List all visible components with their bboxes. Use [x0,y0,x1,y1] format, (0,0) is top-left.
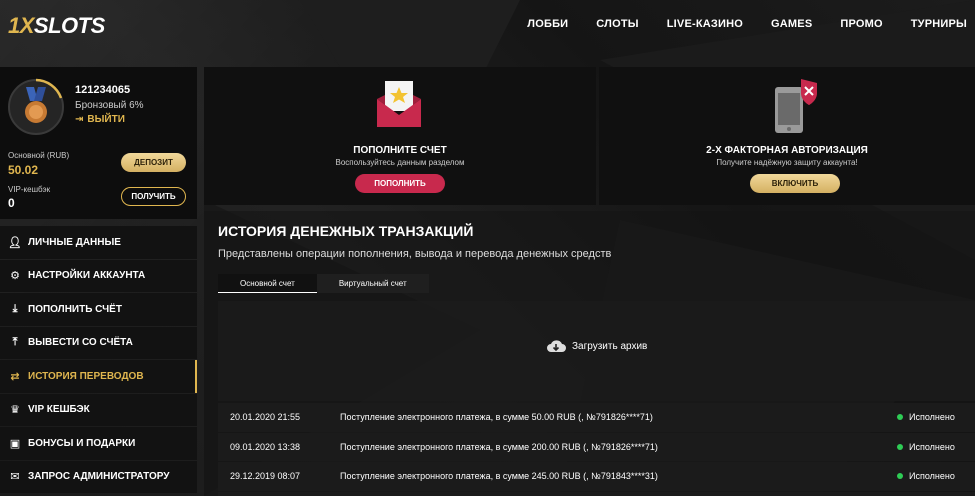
transaction-history-section: ИСТОРИЯ ДЕНЕЖНЫХ ТРАНЗАКЦИЙ Представлены… [204,211,975,496]
deposit-card-subtitle: Воспользуйтесь данным разделом [335,158,465,167]
sidebar-item-account-settings[interactable]: ⚙ НАСТРОЙКИ АККАУНТА [0,259,197,292]
status-dot-icon [897,473,903,480]
sidebar-item-vip-cashback[interactable]: ♛ VIP КЕШБЭК [0,393,197,426]
site-logo[interactable]: 1XSLOTS [8,13,105,39]
sidebar-item-label: ИСТОРИЯ ПЕРЕВОДОВ [28,370,144,382]
row-description: Поступление электронного платежа, в сумм… [340,471,658,482]
user-icon: 👤︎ [8,236,22,249]
phone-shield-icon [775,79,817,133]
nav-slots[interactable]: СЛОТЫ [596,18,638,30]
row-date: 09.01.2020 13:38 [230,441,301,452]
transactions-list: 20.01.2020 21:55 Поступление электронног… [218,402,975,496]
status-dot-icon [897,414,903,421]
status-label: Исполнено [909,471,955,482]
sidebar-item-transfer-history[interactable]: ⇄ ИСТОРИЯ ПЕРЕВОДОВ [0,360,197,393]
receive-button[interactable]: ПОЛУЧИТЬ [121,187,186,206]
row-status: Исполнено [897,442,955,452]
tab-virtual-account[interactable]: Виртуальный счет [316,274,429,293]
status-dot-icon [897,443,903,450]
cloud-download-icon [547,340,566,352]
user-id: 121234065 [75,84,131,96]
top-header: 1XSLOTS ЛОББИ СЛОТЫ LIVE-КАЗИНО GAMES ПР… [0,0,975,52]
nav-live-casino[interactable]: LIVE-КАЗИНО [667,18,743,30]
nav-games[interactable]: GAMES [771,18,812,30]
sidebar-item-personal-data[interactable]: 👤︎ ЛИЧНЫЕ ДАННЫЕ [0,226,197,259]
sidebar-item-withdraw[interactable]: ⤒ ВЫВЕСТИ СО СЧЁТА [0,326,197,359]
two-factor-subtitle: Получите надёжную защиту аккаунта! [716,158,858,167]
envelope-star-icon [377,81,421,127]
nav-tournaments[interactable]: ТУРНИРЫ [911,18,967,30]
user-level: Бронзовый 6% [75,100,144,111]
table-row[interactable]: 29.12.2019 08:07 Поступление электронног… [218,462,975,491]
gears-icon: ⚙ [10,270,20,283]
row-description: Поступление электронного платежа, в сумм… [340,441,658,452]
logout-icon: ⇥ [75,114,84,125]
sidebar-item-label: БОНУСЫ И ПОДАРКИ [28,437,136,449]
balance-value: 50.02 [8,163,39,177]
transfer-icon: ⇄ [10,370,20,383]
row-date: 29.12.2019 08:07 [230,471,301,482]
sidebar-menu: 👤︎ ЛИЧНЫЕ ДАННЫЕ ⚙ НАСТРОЙКИ АККАУНТА ⤓ ПОП… [0,226,197,494]
nav-lobby[interactable]: ЛОББИ [527,18,568,30]
table-row[interactable]: 09.01.2020 13:38 Поступление электронног… [218,432,975,461]
table-row[interactable]: 20.01.2020 21:55 Поступление электронног… [218,403,975,432]
download-icon: ⤓ [12,302,18,315]
upload-icon: ⤒ [12,336,18,349]
vip-cashback-label: VIP-кешбэк [8,185,51,194]
crown-icon: ♛ [10,404,20,417]
deposit-card-title: ПОПОЛНИТЕ СЧЕТ [353,145,447,156]
bronze-medal-icon [25,87,47,123]
balance-label: Основной (RUB) [8,151,70,160]
gift-icon: ▣ [9,437,21,450]
row-description: Поступление электронного платежа, в сумм… [340,412,653,423]
sidebar-item-deposit[interactable]: ⤓ ПОПОЛНИТЬ СЧЁТ [0,293,197,326]
vip-cashback-value: 0 [8,196,15,210]
status-label: Исполнено [909,441,955,452]
deposit-button[interactable]: ДЕПОЗИТ [121,153,186,172]
account-tabs: Основной счет Виртуальный счет [218,274,429,293]
enable-2fa-button[interactable]: ВКЛЮЧИТЬ [750,174,840,193]
deposit-promo-card: ПОПОЛНИТЕ СЧЕТ Воспользуйтесь данным раз… [204,67,596,205]
status-label: Исполнено [909,412,955,423]
sidebar-item-label: ЛИЧНЫЕ ДАННЫЕ [28,236,121,248]
tab-main-account[interactable]: Основной счет [218,274,317,293]
archive-panel: Загрузить архив [218,301,975,401]
top-up-button[interactable]: ПОПОЛНИТЬ [355,174,445,193]
sidebar-item-label: VIP КЕШБЭК [28,404,90,416]
row-status: Исполнено [897,471,955,481]
sidebar-item-label: НАСТРОЙКИ АККАУНТА [28,270,146,282]
row-status: Исполнено [897,412,955,422]
row-date: 20.01.2020 21:55 [230,412,301,423]
nav-promo[interactable]: ПРОМО [840,18,882,30]
sidebar-item-bonuses[interactable]: ▣ БОНУСЫ И ПОДАРКИ [0,427,197,460]
sidebar-item-admin-request[interactable]: ✉ ЗАПРОС АДМИНИСТРАТОРУ [0,460,197,493]
table-row-partial[interactable] [218,491,975,496]
two-factor-title: 2-Х ФАКТОРНАЯ АВТОРИЗАЦИЯ [706,145,868,156]
download-archive-label: Загрузить архив [572,340,648,352]
sidebar-item-label: ЗАПРОС АДМИНИСТРАТОРУ [28,471,170,483]
two-factor-card: 2-Х ФАКТОРНАЯ АВТОРИЗАЦИЯ Получите надёж… [599,67,975,205]
page-title: ИСТОРИЯ ДЕНЕЖНЫХ ТРАНЗАКЦИЙ [218,223,474,239]
logout-link[interactable]: ⇥ ВЫЙТИ [75,114,125,125]
download-archive-button[interactable]: Загрузить архив [546,338,647,354]
sidebar-item-label: ВЫВЕСТИ СО СЧЁТА [28,337,133,349]
profile-panel: 121234065 Бронзовый 6% ⇥ ВЫЙТИ Основной (… [0,67,197,219]
sidebar-item-label: ПОПОЛНИТЬ СЧЁТ [28,303,122,315]
page-subtitle: Представлены операции пополнения, вывода… [218,248,612,260]
logout-label: ВЫЙТИ [87,114,125,125]
main-nav: ЛОББИ СЛОТЫ LIVE-КАЗИНО GAMES ПРОМО ТУРН… [527,18,975,30]
mail-icon: ✉ [10,471,20,484]
